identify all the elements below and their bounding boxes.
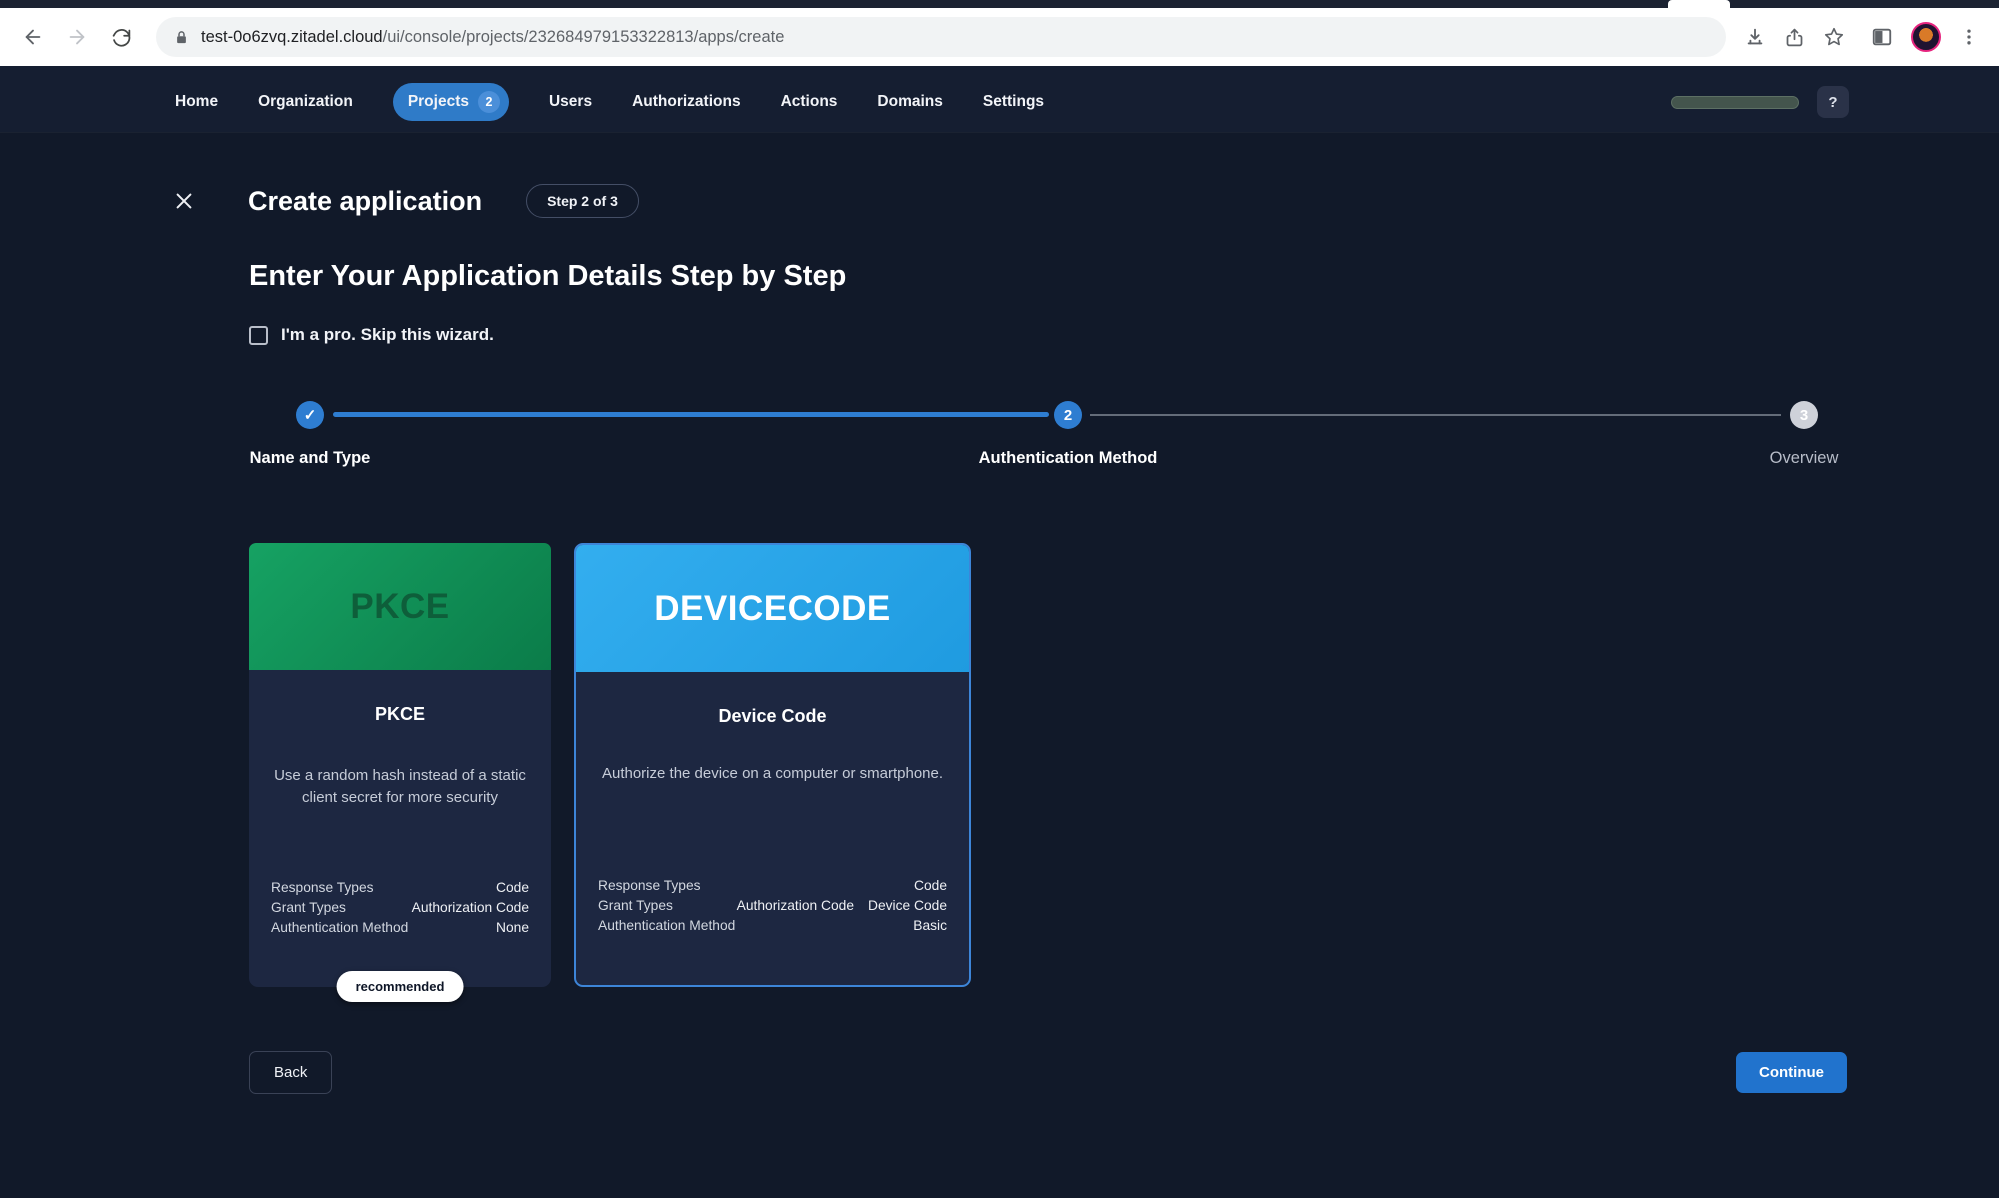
close-icon [173, 190, 195, 212]
projects-count-badge: 2 [478, 91, 500, 113]
browser-tab-strip [0, 0, 1999, 8]
browser-refresh-button[interactable] [104, 20, 138, 54]
wizard-header: Create application Step 2 of 3 [170, 184, 1999, 218]
pkce-banner: PKCE [249, 543, 551, 670]
share-button[interactable] [1784, 27, 1805, 48]
forward-arrow-icon [66, 26, 88, 48]
card-row-response-types: Response Types Code [271, 880, 529, 895]
continue-button[interactable]: Continue [1736, 1052, 1847, 1093]
check-icon: ✓ [304, 406, 317, 424]
nav-item-projects-label: Projects [408, 93, 469, 111]
wizard-footer: Back Continue [249, 1051, 1847, 1094]
page-title: Enter Your Application Details Step by S… [249, 260, 1847, 293]
nav-item-settings[interactable]: Settings [983, 93, 1044, 111]
browser-back-button[interactable] [16, 20, 50, 54]
card-row-grant-types: Grant Types Authorization Code [271, 900, 529, 915]
kebab-menu-icon [1959, 27, 1979, 47]
lock-icon [174, 30, 189, 45]
step-circle-name-and-type[interactable]: ✓ [296, 401, 324, 429]
bookmark-button[interactable] [1823, 26, 1845, 48]
card-title: Device Code [598, 706, 947, 727]
auth-method-card-devicecode[interactable]: DEVICECODE Device Code Authorize the dev… [574, 543, 971, 987]
devicecode-banner: DEVICECODE [576, 545, 969, 672]
side-panel-button[interactable] [1871, 26, 1893, 48]
card-description: Authorize the device on a computer or sm… [598, 763, 947, 785]
recommended-badge: recommended [337, 971, 464, 1002]
skip-wizard-row[interactable]: I'm a pro. Skip this wizard. [249, 325, 1847, 345]
nav-item-projects[interactable]: Projects 2 [393, 83, 509, 121]
help-button[interactable]: ? [1817, 86, 1849, 118]
refresh-icon [111, 27, 132, 48]
card-row-grant-types: Grant Types Authorization CodeDevice Cod… [598, 898, 947, 913]
nav-item-home[interactable]: Home [175, 93, 218, 111]
star-icon [1823, 26, 1845, 48]
download-button[interactable] [1744, 26, 1766, 48]
progress-stepper: ✓ 2 3 Name and Type Authentication Metho… [249, 401, 1847, 497]
nav-item-domains[interactable]: Domains [877, 93, 942, 111]
card-row-authentication-method: Authentication Method Basic [598, 918, 947, 933]
org-loading-skeleton [1671, 96, 1799, 109]
skip-wizard-label: I'm a pro. Skip this wizard. [281, 325, 494, 345]
browser-profile-avatar[interactable] [1911, 22, 1941, 52]
side-panel-icon [1871, 26, 1893, 48]
app-navbar: Home Organization Projects 2 Users Author… [0, 66, 1999, 132]
nav-item-authorizations[interactable]: Authorizations [632, 93, 741, 111]
nav-item-organization[interactable]: Organization [258, 93, 353, 111]
close-wizard-button[interactable] [170, 187, 198, 215]
wizard-content: Enter Your Application Details Step by S… [0, 260, 1999, 1094]
nav-item-users[interactable]: Users [549, 93, 592, 111]
browser-menu-button[interactable] [1959, 27, 1979, 47]
browser-toolbar: test-0o6zvq.zitadel.cloud/ui/console/pro… [0, 8, 1999, 66]
step-label-authentication-method: Authentication Method [979, 449, 1158, 468]
address-bar[interactable]: test-0o6zvq.zitadel.cloud/ui/console/pro… [156, 17, 1726, 57]
stepper-connector-upcoming [1090, 414, 1781, 416]
auth-method-cards: PKCE PKCE Use a random hash instead of a… [249, 543, 1847, 987]
download-icon [1744, 26, 1766, 48]
auth-method-card-pkce[interactable]: PKCE PKCE Use a random hash instead of a… [249, 543, 551, 987]
step-number: 2 [1064, 407, 1072, 424]
card-title: PKCE [271, 704, 529, 725]
devicecode-banner-text: DEVICECODE [654, 589, 890, 629]
card-description: Use a random hash instead of a static cl… [271, 765, 529, 809]
nav-item-actions[interactable]: Actions [781, 93, 838, 111]
share-icon [1784, 27, 1805, 48]
back-button[interactable]: Back [249, 1051, 332, 1094]
step-circle-overview[interactable]: 3 [1790, 401, 1818, 429]
pkce-banner-text: PKCE [350, 587, 449, 627]
step-label-name-and-type: Name and Type [250, 449, 371, 468]
step-label-overview: Overview [1770, 449, 1839, 468]
wizard-title: Create application [248, 186, 482, 217]
card-row-response-types: Response Types Code [598, 878, 947, 893]
browser-forward-button[interactable] [60, 20, 94, 54]
url-text: test-0o6zvq.zitadel.cloud/ui/console/pro… [201, 28, 784, 47]
card-row-authentication-method: Authentication Method None [271, 920, 529, 935]
step-circle-authentication-method[interactable]: 2 [1054, 401, 1082, 429]
skip-wizard-checkbox[interactable] [249, 326, 268, 345]
url-domain: test-0o6zvq.zitadel.cloud [201, 28, 383, 46]
stepper-connector-done [333, 412, 1049, 417]
url-path: /ui/console/projects/232684979153322813/… [383, 28, 785, 46]
step-number: 3 [1800, 407, 1808, 424]
back-arrow-icon [22, 26, 44, 48]
step-indicator-badge: Step 2 of 3 [526, 184, 639, 218]
active-tab-bottom [1668, 0, 1730, 8]
